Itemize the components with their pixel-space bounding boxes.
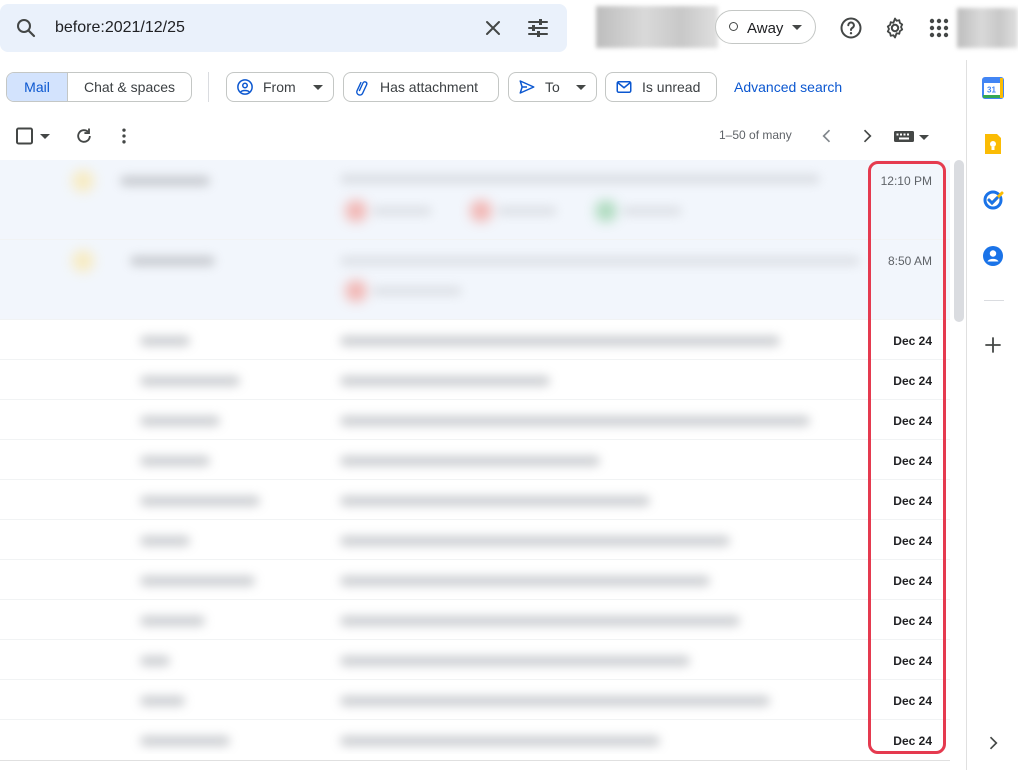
table-row[interactable]: Dec 24: [0, 360, 950, 400]
table-row[interactable]: Dec 24: [0, 680, 950, 720]
advanced-search-link[interactable]: Advanced search: [734, 79, 842, 95]
table-row[interactable]: Dec 24: [0, 400, 950, 440]
chevron-left-icon[interactable]: [817, 126, 837, 146]
from-filter-chip[interactable]: From: [226, 72, 334, 102]
tune-icon[interactable]: [526, 16, 550, 40]
search-icon[interactable]: [14, 16, 38, 40]
status-dot-icon: [729, 22, 738, 31]
status-label: Away: [747, 20, 784, 37]
keyboard-icon[interactable]: [893, 127, 931, 145]
account-circle-icon: [237, 79, 253, 95]
divider: [0, 760, 950, 761]
table-row[interactable]: Dec 24: [0, 600, 950, 640]
table-row[interactable]: Dec 24: [0, 320, 950, 360]
refresh-icon[interactable]: [74, 126, 94, 146]
tasks-icon[interactable]: [981, 188, 1005, 212]
pagination-text: 1–50 of many: [719, 128, 792, 142]
close-icon[interactable]: [481, 16, 505, 40]
is-unread-label: Is unread: [642, 79, 701, 95]
tab-chat-spaces[interactable]: Chat & spaces: [68, 73, 191, 101]
table-row[interactable]: Dec 24: [0, 560, 950, 600]
search-bar[interactable]: before:2021/12/25: [0, 4, 567, 52]
chevron-right-icon[interactable]: [857, 126, 877, 146]
profile-avatar[interactable]: [957, 8, 1018, 48]
to-filter-chip[interactable]: To: [508, 72, 597, 102]
attachment-icon: [356, 81, 368, 96]
side-panel: [966, 60, 1018, 770]
apps-icon[interactable]: [927, 16, 951, 40]
more-vert-icon[interactable]: [114, 126, 134, 146]
date-column-highlight: [868, 161, 946, 754]
scrollbar[interactable]: [954, 160, 964, 322]
divider: [984, 300, 1004, 301]
email-list: 12:10 PM 8:50 AM Dec 24 Dec 24 Dec 24 De…: [0, 160, 950, 754]
caret-down-icon: [792, 25, 802, 30]
from-filter-label: From: [263, 79, 296, 95]
tab-mail[interactable]: Mail: [7, 73, 68, 101]
caret-down-icon: [313, 84, 323, 90]
account-blurred: [596, 6, 718, 48]
send-icon: [519, 80, 535, 94]
has-attachment-chip[interactable]: Has attachment: [343, 72, 499, 102]
caret-down-icon: [576, 84, 586, 90]
table-row[interactable]: Dec 24: [0, 520, 950, 560]
has-attachment-label: Has attachment: [380, 79, 479, 95]
table-row[interactable]: Dec 24: [0, 720, 950, 754]
table-row[interactable]: Dec 24: [0, 640, 950, 680]
table-row[interactable]: 12:10 PM: [0, 160, 950, 240]
table-row[interactable]: Dec 24: [0, 480, 950, 520]
select-all-checkbox[interactable]: [15, 126, 53, 146]
help-icon[interactable]: [839, 16, 863, 40]
table-row[interactable]: Dec 24: [0, 440, 950, 480]
plus-icon[interactable]: [981, 333, 1005, 357]
calendar-day: 31: [987, 86, 996, 95]
status-dropdown[interactable]: Away: [715, 10, 816, 44]
calendar-icon[interactable]: 31: [981, 76, 1005, 100]
table-row[interactable]: 8:50 AM: [0, 240, 950, 320]
to-filter-label: To: [545, 79, 560, 95]
mail-icon: [616, 81, 632, 93]
is-unread-chip[interactable]: Is unread: [605, 72, 717, 102]
mail-chat-toggle[interactable]: Mail Chat & spaces: [6, 72, 192, 102]
keep-icon[interactable]: [981, 132, 1005, 156]
divider: [208, 72, 209, 102]
chevron-right-icon[interactable]: [983, 733, 1003, 753]
gear-icon[interactable]: [883, 16, 907, 40]
contacts-icon[interactable]: [981, 244, 1005, 268]
search-input[interactable]: before:2021/12/25: [55, 19, 185, 37]
